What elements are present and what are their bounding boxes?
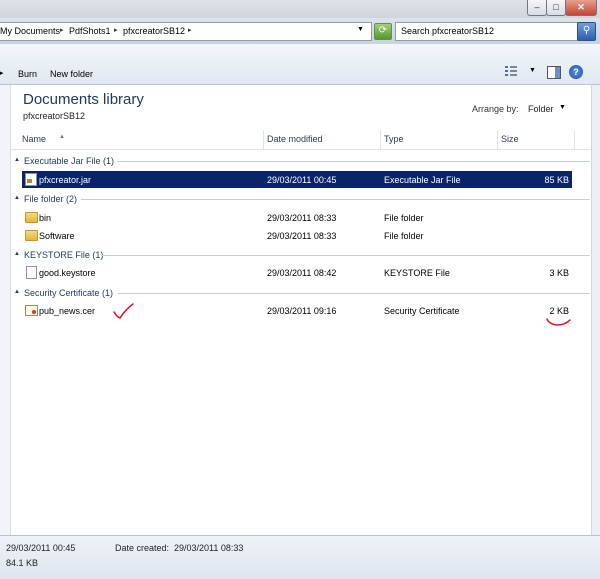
chevron-right-icon[interactable]: ▸ (60, 26, 64, 34)
file-name: good.keystore (39, 268, 96, 278)
column-header-size[interactable]: Size (501, 134, 519, 144)
column-divider[interactable] (497, 130, 498, 149)
refresh-icon: ⟳ (378, 25, 388, 36)
column-divider[interactable] (263, 130, 264, 149)
sort-up-icon: ▲ (59, 134, 65, 140)
group-divider (101, 255, 590, 256)
column-header-name[interactable]: Name (22, 134, 46, 144)
group-header-security-certificate[interactable]: Security Certificate (1) (24, 288, 113, 298)
file-row-bin[interactable]: bin 29/03/2011 08:33 File folder (22, 209, 572, 226)
file-date-modified: 29/03/2011 00:45 (267, 175, 337, 185)
column-header-date-modified[interactable]: Date modified (267, 134, 323, 144)
jar-file-icon (25, 173, 37, 186)
address-bar[interactable]: My Documents ▸ PdfShots1 ▸ pfxcreatorSB1… (0, 22, 372, 41)
burn-button[interactable]: Burn (18, 69, 37, 79)
column-header-row: Name ▲ Date modified Type Size (11, 130, 591, 150)
red-checkmark-annotation (113, 303, 134, 319)
maximize-button[interactable]: □ (546, 0, 566, 16)
file-type: Executable Jar File (384, 175, 461, 185)
chevron-right-icon[interactable]: ▸ (114, 26, 118, 34)
vertical-scrollbar[interactable] (591, 85, 600, 535)
column-header-type[interactable]: Type (384, 134, 404, 144)
group-header-keystore[interactable]: KEYSTORE File (1) (24, 250, 103, 260)
file-size: 2 KB (549, 306, 569, 316)
file-name: pfxcreator.jar (39, 175, 92, 185)
file-row-pfxcreator-jar[interactable]: pfxcreator.jar 29/03/2011 00:45 Executab… (22, 171, 572, 188)
chevron-right-icon[interactable]: ▸ (188, 26, 192, 34)
preview-pane-icon[interactable] (547, 66, 561, 79)
collapse-group-icon[interactable]: ▲ (14, 251, 20, 257)
file-type: KEYSTORE File (384, 268, 450, 278)
close-button[interactable]: ✕ (565, 0, 597, 16)
new-folder-button[interactable]: New folder (50, 69, 93, 79)
certificate-icon (25, 305, 38, 316)
chevron-down-icon[interactable]: ▼ (559, 104, 566, 111)
collapse-group-icon[interactable]: ▲ (14, 195, 20, 201)
folder-icon (25, 212, 38, 223)
command-bar: ▸ Burn New folder (0, 44, 600, 85)
file-date-modified: 29/03/2011 08:42 (267, 268, 337, 278)
group-divider (81, 199, 590, 200)
breadcrumb-my-documents[interactable]: My Documents (0, 26, 60, 36)
group-header-executable-jar[interactable]: Executable Jar File (1) (24, 156, 114, 166)
chevron-right-icon[interactable]: ▸ (0, 69, 4, 77)
file-type: Security Certificate (384, 306, 460, 316)
document-icon (26, 266, 37, 279)
details-date-created-label: Date created: (115, 543, 170, 553)
column-divider[interactable] (574, 130, 575, 149)
file-type: File folder (384, 231, 424, 241)
navigation-pane[interactable] (0, 85, 11, 535)
file-row-good-keystore[interactable]: good.keystore 29/03/2011 08:42 KEYSTORE … (22, 264, 572, 281)
title-bar (0, 0, 600, 18)
help-icon[interactable]: ? (569, 65, 583, 79)
file-date-modified: 29/03/2011 08:33 (267, 213, 337, 223)
group-divider (118, 293, 590, 294)
file-name: bin (39, 213, 52, 223)
minimize-button[interactable]: – (527, 0, 547, 16)
arrange-by-label: Arrange by: (472, 104, 519, 114)
page-title: Documents library (23, 91, 144, 108)
refresh-button[interactable]: ⟳ (374, 23, 392, 40)
details-date-modified: 29/03/2011 00:45 (6, 543, 76, 553)
group-header-file-folder[interactable]: File folder (2) (24, 194, 77, 204)
arrange-by-dropdown[interactable]: Folder (528, 104, 554, 114)
library-subtitle: pfxcreatorSB12 (23, 111, 86, 121)
file-size: 3 KB (549, 268, 569, 278)
file-row-software[interactable]: Software 29/03/2011 08:33 File folder (22, 227, 572, 244)
details-size: 84.1 KB (6, 558, 39, 568)
search-icon: ⚲ (582, 25, 591, 36)
search-input[interactable]: Search pfxcreatorSB12 (395, 22, 578, 41)
breadcrumb-pfxcreatorsb12[interactable]: pfxcreatorSB12 (123, 26, 185, 36)
column-divider[interactable] (380, 130, 381, 149)
file-name: Software (39, 231, 75, 241)
collapse-group-icon[interactable]: ▲ (14, 157, 20, 163)
file-row-pub-news-cer[interactable]: pub_news.cer 29/03/2011 09:16 Security C… (22, 302, 572, 319)
view-options-icon[interactable] (505, 66, 517, 77)
red-underline-annotation (546, 318, 571, 326)
file-name: pub_news.cer (39, 306, 96, 316)
group-divider (117, 161, 590, 162)
file-type: File folder (384, 213, 424, 223)
search-button[interactable]: ⚲ (577, 22, 596, 41)
details-pane: 29/03/2011 00:45 Date created: 29/03/201… (0, 535, 600, 579)
search-placeholder: Search pfxcreatorSB12 (401, 26, 495, 36)
chevron-down-icon[interactable]: ▼ (529, 67, 536, 74)
details-date-created-value: 29/03/2011 08:33 (174, 543, 244, 553)
file-size: 85 KB (544, 175, 569, 185)
collapse-group-icon[interactable]: ▲ (14, 289, 20, 295)
breadcrumb-pdfshots1[interactable]: PdfShots1 (69, 26, 111, 36)
file-date-modified: 29/03/2011 09:16 (267, 306, 337, 316)
folder-icon (25, 230, 38, 241)
chevron-down-icon[interactable]: ▼ (357, 26, 364, 33)
file-date-modified: 29/03/2011 08:33 (267, 231, 337, 241)
